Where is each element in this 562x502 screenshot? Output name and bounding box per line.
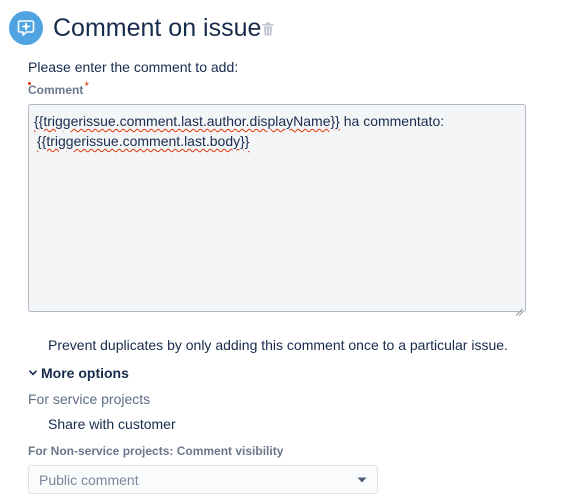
comment-visibility-select[interactable]: Public comment xyxy=(28,465,378,494)
comment-line: {{triggerissue.comment.last.body}} xyxy=(34,131,520,151)
more-options-toggle[interactable]: More options xyxy=(29,364,129,382)
select-value: Public comment xyxy=(39,471,139,488)
caret-down-icon xyxy=(357,477,367,482)
trash-icon[interactable] xyxy=(262,22,274,36)
comment-token: {{triggerissue.comment.last.author.displ… xyxy=(34,113,340,129)
prevent-duplicates-checkbox[interactable]: Prevent duplicates by only adding this c… xyxy=(48,336,508,354)
comment-text: ha commentato: xyxy=(339,113,445,129)
service-projects-heading: For service projects xyxy=(28,391,151,407)
comment-token: {{triggerissue.comment.last.body}} xyxy=(37,133,250,149)
required-marker: * xyxy=(84,79,90,93)
page-title: Comment on issue xyxy=(53,14,262,42)
comment-label: Comment* xyxy=(28,79,90,98)
form-prompt: Please enter the comment to add: xyxy=(28,59,239,75)
more-options-label: More options xyxy=(41,365,129,381)
comment-visibility-label: For Non-service projects: Comment visibi… xyxy=(28,444,284,458)
resize-grip-icon[interactable] xyxy=(515,301,523,316)
comment-label-text: Comment xyxy=(28,83,84,97)
comment-line: {{triggerissue.comment.last.author.displ… xyxy=(34,111,520,131)
chevron-down-icon xyxy=(29,370,37,376)
comment-textarea[interactable]: {{triggerissue.comment.last.author.displ… xyxy=(28,104,526,316)
share-with-customer-checkbox[interactable]: Share with customer xyxy=(48,415,176,433)
comment-add-icon xyxy=(9,11,43,45)
